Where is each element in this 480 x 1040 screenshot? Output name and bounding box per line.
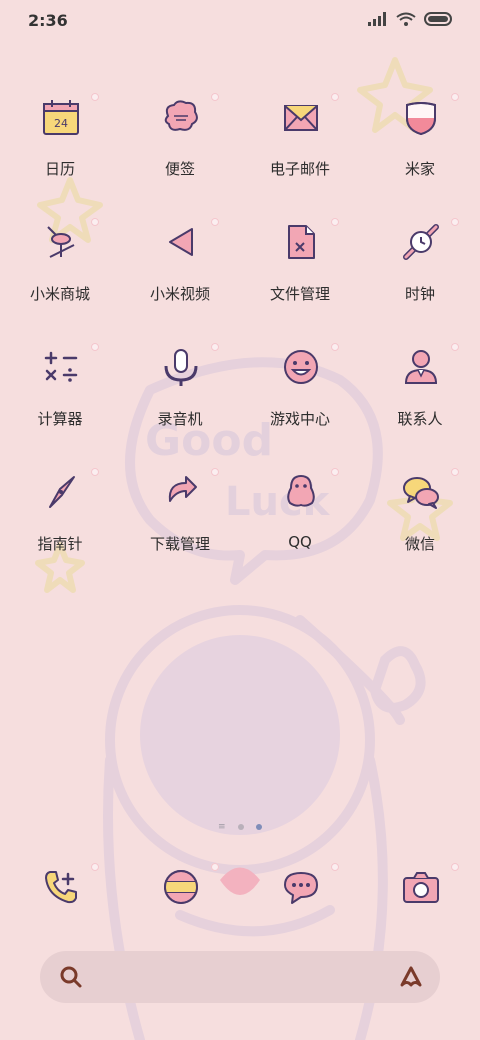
app-badge-dot [211,468,219,476]
downloads-icon [168,476,197,502]
assistant-icon[interactable] [398,964,424,990]
mi-store-icon [47,226,75,258]
app-badge-dot [211,343,219,351]
video-icon [169,228,193,256]
app-game-center[interactable]: 游戏中心 [240,338,360,463]
wifi-icon [396,12,416,26]
app-label: 文件管理 [269,285,330,303]
app-label: 小米视频 [149,285,210,303]
app-label: 下载管理 [149,535,210,553]
app-badge-dot [451,863,459,871]
clock-icon [403,224,439,260]
calendar-badge: 24 [54,117,68,130]
app-label: 小米商城 [29,285,90,303]
dock-messages[interactable] [240,858,360,928]
app-badge-dot [331,468,339,476]
app-badge-dot [331,863,339,871]
messages-icon [284,872,318,904]
app-badge-dot [331,93,339,101]
mijia-icon [406,102,436,136]
app-label: 时钟 [404,285,435,303]
app-label: 电子邮件 [269,160,330,178]
app-label: 日历 [44,160,75,178]
app-label: 联系人 [397,410,443,428]
app-label: 计算器 [37,410,83,428]
phone-icon [45,871,77,904]
compass-icon [49,476,75,508]
app-label: 便签 [164,160,195,178]
app-label: 米家 [404,160,435,178]
app-label: 微信 [404,535,435,553]
app-mail[interactable]: 电子邮件 [240,88,360,213]
qq-icon [287,474,315,507]
app-badge-dot [91,93,99,101]
game-center-icon [284,350,318,384]
calendar-icon: 24 [43,100,79,135]
dock-browser[interactable] [120,858,240,928]
app-badge-dot [91,863,99,871]
app-compass[interactable]: 指南针 [0,463,120,588]
app-badge-dot [211,93,219,101]
dock-camera[interactable] [360,858,480,928]
app-badge-dot [211,863,219,871]
wechat-icon [403,477,439,509]
app-calculator[interactable]: 计算器 [0,338,120,463]
app-contacts[interactable]: 联系人 [360,338,480,463]
page-indicator[interactable]: ≡ [0,823,480,832]
app-badge-dot [451,93,459,101]
mail-icon [284,105,318,131]
search-bar[interactable] [40,951,440,1003]
app-mi-store[interactable]: 小米商城 [0,213,120,338]
file-manager-icon [288,225,315,259]
app-qq[interactable]: QQ [240,463,360,588]
search-icon[interactable] [58,964,84,990]
dock [0,858,480,928]
dock-phone[interactable] [0,858,120,928]
camera-icon [403,872,439,903]
battery-icon [424,12,452,26]
notes-icon [164,100,198,131]
browser-icon [164,870,198,904]
app-file-manager[interactable]: 文件管理 [240,213,360,338]
app-label: 录音机 [157,410,203,428]
status-bar: 2:36 [0,0,480,42]
app-label: QQ [288,533,312,551]
app-wechat[interactable]: 微信 [360,463,480,588]
contacts-icon [404,350,438,384]
app-badge-dot [331,218,339,226]
calculator-icon [44,351,78,382]
status-time: 2:36 [28,11,68,30]
page-dot-active[interactable] [256,824,262,830]
app-label: 指南针 [37,535,83,553]
page-dot[interactable] [238,824,244,830]
app-label: 游戏中心 [269,410,330,428]
app-video[interactable]: 小米视频 [120,213,240,338]
app-badge-dot [211,218,219,226]
app-badge-dot [91,343,99,351]
app-downloads[interactable]: 下载管理 [120,463,240,588]
app-grid: 24 日历 便签 电子邮件 米家 小米商城 小米视频 文件管理 时钟 计算器 录… [0,88,480,588]
app-recorder[interactable]: 录音机 [120,338,240,463]
app-mijia[interactable]: 米家 [360,88,480,213]
app-badge-dot [451,343,459,351]
app-badge-dot [91,218,99,226]
app-badge-dot [331,343,339,351]
signal-icon [368,12,386,26]
recorder-icon [164,349,198,386]
app-notes[interactable]: 便签 [120,88,240,213]
app-badge-dot [91,468,99,476]
app-badge-dot [451,218,459,226]
app-clock[interactable]: 时钟 [360,213,480,338]
page-indicator-menu[interactable]: ≡ [218,823,226,832]
app-calendar[interactable]: 24 日历 [0,88,120,213]
app-badge-dot [451,468,459,476]
